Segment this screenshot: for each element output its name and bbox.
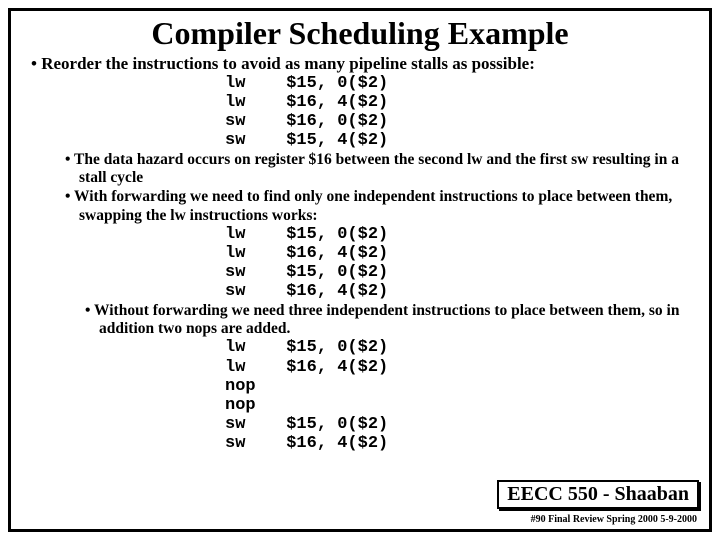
footer-course-box: EECC 550 - Shaaban [497, 480, 699, 509]
bullet-no-forwarding: Without forwarding we need three indepen… [85, 302, 695, 339]
bullet-hazard: The data hazard occurs on register $16 b… [65, 151, 695, 188]
bullet-forwarding: With forwarding we need to find only one… [65, 188, 695, 225]
code-block-original: lw $15, 0($2) lw $16, 4($2) sw $16, 0($2… [225, 74, 695, 150]
code-block-forwarding: lw $15, 0($2) lw $16, 4($2) sw $15, 0($2… [225, 225, 695, 301]
footer-meta: #90 Final Review Spring 2000 5-9-2000 [531, 514, 697, 525]
bullet-reorder: Reorder the instructions to avoid as man… [31, 54, 695, 74]
slide-title: Compiler Scheduling Example [25, 15, 695, 52]
slide-frame: Compiler Scheduling Example Reorder the … [8, 8, 712, 532]
code-block-nops: lw $15, 0($2) lw $16, 4($2) nop nop sw $… [225, 338, 695, 452]
